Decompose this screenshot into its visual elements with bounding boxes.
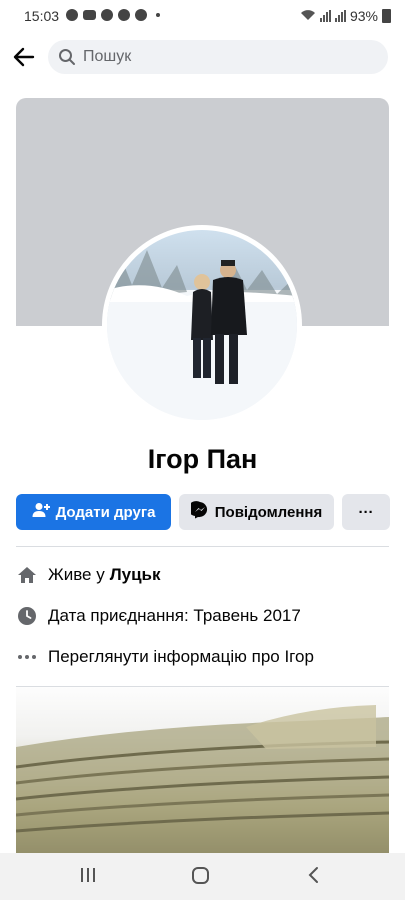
back-nav-icon[interactable] <box>305 865 321 890</box>
add-user-icon <box>32 502 50 522</box>
wifi-icon <box>300 8 316 24</box>
youtube-icon <box>83 10 96 20</box>
signal-icon-2 <box>334 10 346 22</box>
post-photo[interactable] <box>16 687 389 853</box>
clock-icon <box>16 605 38 627</box>
add-friend-label: Додати друга <box>55 503 156 521</box>
search-placeholder: Пошук <box>83 48 132 65</box>
profile-name: Ігор Пан <box>147 444 258 474</box>
app-icon <box>101 9 113 21</box>
more-dots-icon <box>16 646 38 668</box>
battery-icon <box>382 9 391 23</box>
notification-icons <box>66 9 160 21</box>
signal-icon <box>319 10 331 22</box>
arrow-left-icon[interactable] <box>11 44 37 70</box>
tools-icon <box>135 9 147 21</box>
see-info-row[interactable]: Переглянути інформацію про Ігор <box>16 645 314 669</box>
home-icon <box>16 564 38 586</box>
battery-percent: 93% <box>349 8 378 24</box>
lives-in-city[interactable]: Луцьк <box>110 565 161 585</box>
joined-row: Дата приєднання: Травень 2017 <box>16 604 301 628</box>
search-icon <box>58 48 76 71</box>
search-input[interactable]: Пошук <box>48 40 388 74</box>
system-nav-bar <box>0 853 405 900</box>
home-button-icon[interactable] <box>191 865 211 890</box>
facebook-icon <box>66 9 78 21</box>
message-label: Повідомлення <box>214 503 323 521</box>
message-button[interactable]: Повідомлення <box>179 494 334 530</box>
more-dots-icon: ··· <box>358 503 374 521</box>
more-options-button[interactable]: ··· <box>342 494 390 530</box>
add-friend-button[interactable]: Додати друга <box>16 494 171 530</box>
avatar[interactable] <box>107 230 297 420</box>
status-right: 93% <box>300 8 391 24</box>
messenger-icon <box>187 501 209 523</box>
divider <box>16 546 389 547</box>
status-time: 15:03 <box>24 8 60 24</box>
see-info-text: Переглянути інформацію про Ігор <box>48 647 314 666</box>
lives-in-prefix: Живе у <box>48 565 105 584</box>
more-notifications-icon <box>156 13 160 17</box>
shield-icon <box>118 9 130 21</box>
recent-apps-icon[interactable] <box>79 865 97 890</box>
lives-in-row: Живе у Луцьк <box>16 563 161 587</box>
joined-text: Дата приєднання: Травень 2017 <box>48 606 301 625</box>
search-header: Пошук <box>0 34 405 80</box>
status-bar: 15:03 93% <box>0 0 405 32</box>
